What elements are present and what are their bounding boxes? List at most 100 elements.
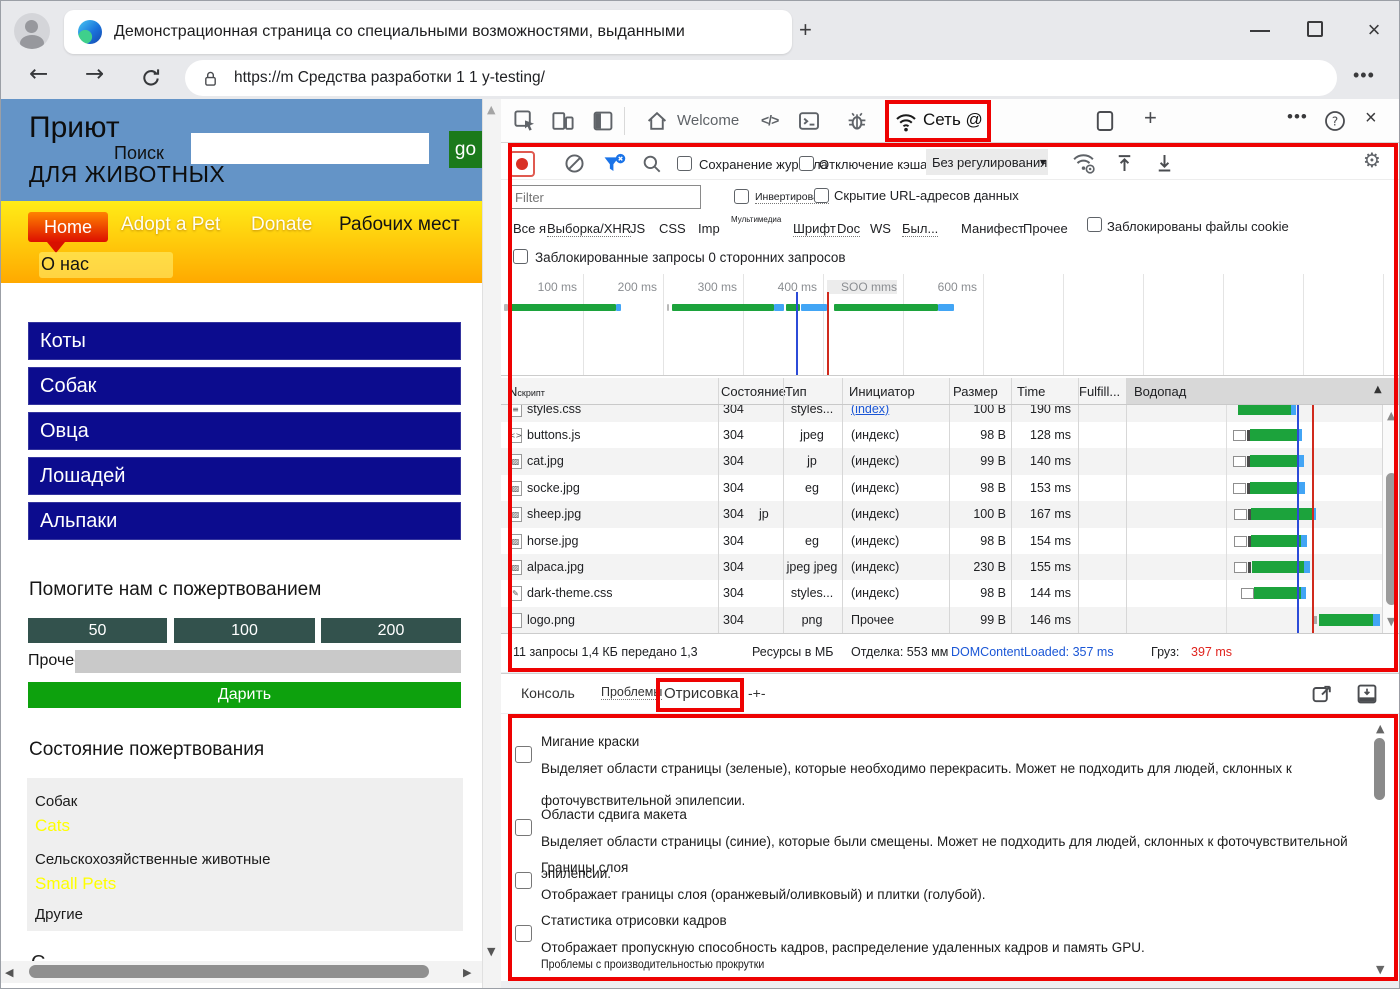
browser-tab[interactable]: Демонстрационная страница со специальным…: [64, 10, 792, 54]
devtools-more-button[interactable]: •••: [1287, 107, 1308, 127]
network-request-row[interactable]: ≡styles.css304styles...(index)100 B190 m…: [501, 405, 1400, 422]
dock-side-icon[interactable]: [591, 109, 615, 133]
column-time[interactable]: Time: [1017, 384, 1045, 399]
type-filter[interactable]: Был...: [902, 221, 938, 237]
url-bar[interactable]: https://m Средства разработки 1 1 y-test…: [185, 60, 1337, 96]
clear-button[interactable]: [563, 152, 586, 175]
type-filter[interactable]: WS: [870, 221, 891, 236]
network-request-row[interactable]: ▨horse.jpg304eg(индекс)98 B154 ms: [501, 528, 1400, 554]
invert-checkbox[interactable]: [734, 189, 749, 204]
category-button[interactable]: Овца: [28, 412, 461, 450]
back-button[interactable]: ←: [29, 61, 48, 87]
rendering-option-checkbox[interactable]: [515, 819, 532, 836]
devtools-close-button[interactable]: ×: [1365, 107, 1377, 130]
column-name[interactable]: Nскрипт: [508, 384, 545, 399]
request-initiator[interactable]: (index): [851, 405, 889, 416]
help-icon[interactable]: ?: [1323, 109, 1347, 133]
network-request-row[interactable]: ✎dark-theme.css304styles...(индекс)98 B1…: [501, 580, 1400, 606]
panel-layout-icon[interactable]: [1093, 109, 1117, 133]
elements-code-icon[interactable]: </>: [761, 112, 778, 128]
feedback-button[interactable]: [1310, 682, 1334, 706]
type-filter[interactable]: Выборка/XHR: [547, 221, 631, 237]
tab-welcome[interactable]: Welcome: [677, 112, 739, 129]
table-scroll-thumb[interactable]: [1386, 473, 1397, 605]
new-tab-button[interactable]: +: [799, 17, 812, 43]
throttling-dropdown[interactable]: Без регулирования ▼: [926, 149, 1048, 175]
go-button[interactable]: go: [449, 131, 482, 168]
type-filter[interactable]: Прочее: [1023, 221, 1068, 236]
inspect-icon[interactable]: [513, 109, 537, 133]
bug-icon[interactable]: [845, 109, 869, 133]
forward-button[interactable]: →: [85, 61, 104, 87]
close-button[interactable]: ×: [1359, 19, 1389, 41]
type-filter[interactable]: CSS: [659, 221, 686, 236]
network-request-row[interactable]: ▨socke.jpg304eg(индекс)98 B153 ms: [501, 475, 1400, 501]
device-toolbar-icon[interactable]: [551, 109, 575, 133]
network-request-row[interactable]: ▨alpaca.jpg304jpeg jpeg(индекс)230 B155 …: [501, 554, 1400, 580]
drawer-tab-отрисовка[interactable]: Отрисовка: [664, 685, 738, 702]
refresh-button[interactable]: [139, 66, 163, 90]
preserve-log-checkbox[interactable]: [677, 156, 692, 171]
search-input[interactable]: [191, 133, 429, 164]
blocked-requests-checkbox[interactable]: [513, 249, 528, 264]
type-filter[interactable]: Все я: [513, 221, 546, 236]
amount-button[interactable]: 100: [174, 618, 315, 643]
column-type[interactable]: Тип: [785, 384, 807, 399]
rendering-scroll-up-icon[interactable]: ▲: [1376, 722, 1384, 735]
type-filter[interactable]: JS: [630, 221, 645, 236]
dock-drawer-button[interactable]: [1355, 682, 1379, 706]
page-vertical-scrollbar[interactable]: ▲ ▼: [482, 99, 501, 989]
table-scroll-down-icon[interactable]: ▼: [1387, 615, 1395, 628]
type-filter[interactable]: Мультимедиа: [731, 215, 781, 224]
console-icon[interactable]: [797, 109, 821, 133]
record-button[interactable]: [509, 151, 535, 177]
table-scroll-up-icon[interactable]: ▲: [1387, 409, 1395, 422]
category-button[interactable]: Коты: [28, 322, 461, 360]
tab-network[interactable]: Сеть @: [923, 110, 983, 130]
scroll-down-icon[interactable]: ▼: [487, 945, 495, 958]
nav-item-1[interactable]: Adopt a Pet: [121, 214, 220, 236]
column-waterfall[interactable]: Водопад: [1134, 384, 1186, 399]
nav-item-about[interactable]: О нас: [41, 254, 89, 275]
column-fulfill[interactable]: Fulfill...: [1079, 384, 1120, 399]
rendering-option-checkbox[interactable]: [515, 746, 532, 763]
scroll-up-icon[interactable]: ▲: [487, 103, 495, 116]
category-button[interactable]: Альпаки: [28, 502, 461, 540]
rendering-option-checkbox[interactable]: [515, 925, 532, 942]
network-request-row[interactable]: logo.png304pngПрочее99 B146 ms: [501, 607, 1400, 633]
minimize-button[interactable]: [1246, 19, 1276, 41]
filter-button[interactable]: [601, 152, 627, 177]
disable-cache-checkbox[interactable]: [799, 156, 814, 171]
column-status[interactable]: Состояние: [721, 384, 786, 399]
donate-button[interactable]: Дарить: [28, 682, 461, 708]
network-request-row[interactable]: ▨cat.jpg304jp(индекс)99 B140 ms: [501, 448, 1400, 474]
column-initiator[interactable]: Инициатор: [849, 384, 915, 399]
drawer-tab-консоль[interactable]: Консоль: [521, 685, 575, 701]
column-size[interactable]: Размер: [953, 384, 998, 399]
horizontal-scroll-thumb[interactable]: [29, 965, 429, 978]
network-request-row[interactable]: ▨sheep.jpg304jp(индекс)100 B167 ms: [501, 501, 1400, 527]
sort-arrow-icon[interactable]: ▲: [1374, 384, 1382, 395]
horizontal-scrollbar[interactable]: ◀ ▶: [1, 961, 482, 983]
network-timeline[interactable]: 100 ms200 ms300 ms400 msSOO mms600 ms: [501, 274, 1400, 376]
rendering-option-checkbox[interactable]: [515, 872, 532, 889]
nav-item-2[interactable]: Donate: [251, 214, 312, 236]
amount-button[interactable]: 50: [28, 618, 167, 643]
hide-data-urls-checkbox[interactable]: [814, 188, 829, 203]
type-filter[interactable]: Imp: [698, 221, 720, 236]
drawer-tab-проблемы[interactable]: Проблемы: [601, 685, 662, 700]
home-icon[interactable]: [645, 109, 669, 133]
filter-input[interactable]: [509, 185, 701, 209]
maximize-button[interactable]: [1301, 19, 1331, 41]
export-har-button[interactable]: [1153, 151, 1176, 175]
type-filter[interactable]: Шрифт: [793, 221, 836, 237]
category-button[interactable]: Лошадей: [28, 457, 461, 495]
other-amount-input[interactable]: [75, 650, 461, 673]
network-settings-gear-icon[interactable]: ⚙: [1363, 148, 1381, 172]
scroll-left-icon[interactable]: ◀: [5, 966, 13, 979]
nav-item-3[interactable]: Рабочих мест: [339, 214, 460, 236]
more-tabs-button[interactable]: +: [1144, 105, 1157, 131]
profile-avatar[interactable]: [14, 13, 50, 49]
search-button[interactable]: [641, 153, 663, 175]
import-har-button[interactable]: [1113, 151, 1136, 175]
